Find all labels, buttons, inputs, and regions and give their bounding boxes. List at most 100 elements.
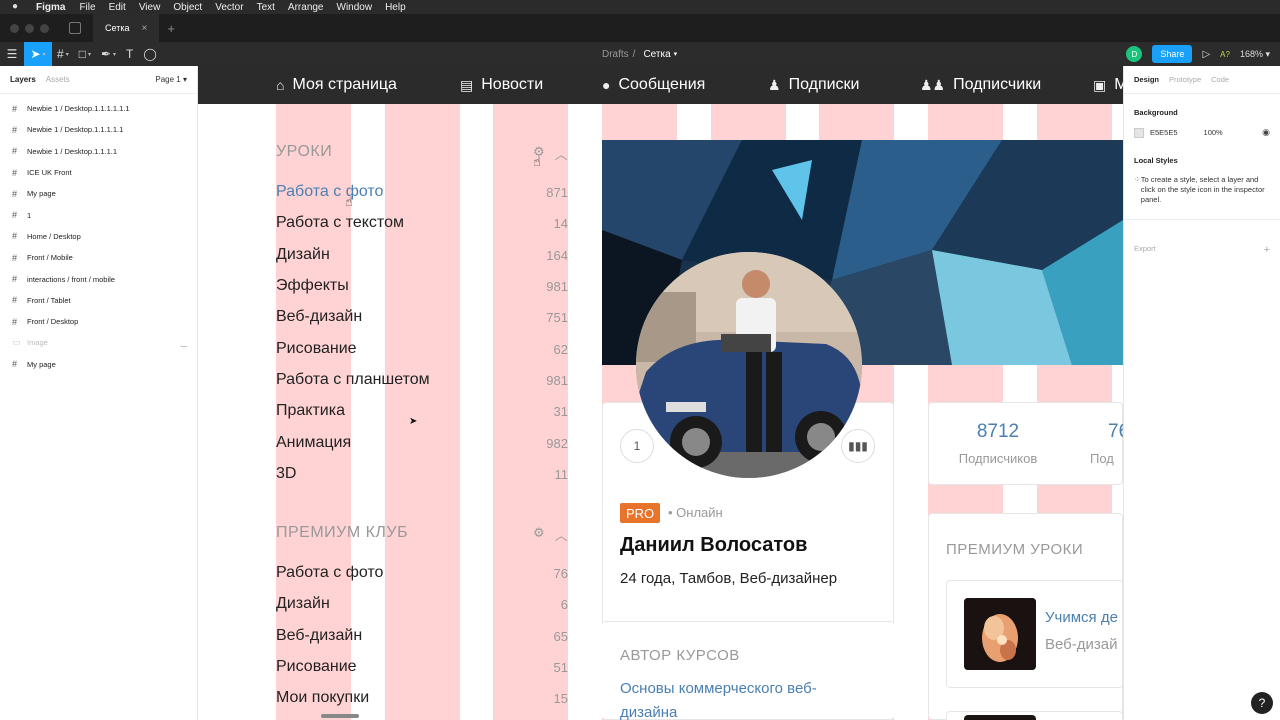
nav-my-page[interactable]: ⌂ Моя страница bbox=[276, 66, 397, 104]
layer-item[interactable]: # Front / Desktop bbox=[0, 311, 197, 332]
horizontal-scrollbar[interactable] bbox=[321, 714, 359, 718]
menu-vector[interactable]: Vector bbox=[215, 2, 243, 13]
layer-item[interactable]: #1 bbox=[0, 204, 197, 225]
nav-subscriptions[interactable]: ♟ Подписки bbox=[768, 66, 859, 104]
lesson-item-label[interactable]: Работа с текстом bbox=[276, 214, 404, 232]
layer-item[interactable]: # Front / Tablet bbox=[0, 290, 197, 311]
file-browser-icon[interactable] bbox=[69, 22, 81, 34]
tab-design[interactable]: Design bbox=[1134, 75, 1159, 84]
lesson-item-label[interactable]: Анимация bbox=[276, 434, 351, 452]
chevron-down-icon[interactable]: ▾ bbox=[674, 50, 678, 58]
nav-news[interactable]: ▤ Новости bbox=[460, 66, 543, 104]
nav-more[interactable]: ▣ М bbox=[1093, 66, 1123, 104]
page-selector[interactable]: Page 1 ▾ bbox=[155, 75, 187, 84]
menu-edit[interactable]: Edit bbox=[109, 2, 126, 13]
layer-item[interactable]: # My page bbox=[0, 354, 197, 375]
menu-text[interactable]: Text bbox=[257, 2, 275, 13]
share-button[interactable]: Share bbox=[1152, 45, 1193, 63]
breadcrumb-file[interactable]: Сетка bbox=[643, 49, 670, 60]
lesson-item-label[interactable]: Работа с планшетом bbox=[276, 371, 430, 389]
close-tab-icon[interactable]: × bbox=[141, 23, 147, 34]
layer-item[interactable]: # ICE UK Front bbox=[0, 162, 197, 183]
background-swatch[interactable] bbox=[1134, 127, 1144, 138]
menu-arrange[interactable]: Arrange bbox=[288, 2, 324, 13]
add-export-icon[interactable]: + bbox=[1264, 244, 1270, 256]
menu-window[interactable]: Window bbox=[337, 2, 373, 13]
lesson-item-label[interactable]: Работа с фото bbox=[276, 183, 383, 201]
premium-item-label[interactable]: Веб-дизайн bbox=[276, 627, 362, 645]
lesson-item-label[interactable]: Эффекты bbox=[276, 277, 349, 295]
nav-messages[interactable]: ● Сообщения bbox=[602, 66, 705, 104]
lesson-item-label[interactable]: 3D bbox=[276, 465, 296, 483]
premium-lessons-title: ПРЕМИУМ УРОКИ bbox=[946, 541, 1084, 558]
profile-left-button[interactable]: 1 bbox=[620, 429, 654, 463]
lesson-thumbnail[interactable] bbox=[964, 598, 1036, 670]
chevron-up-icon[interactable]: ︿ bbox=[555, 144, 568, 163]
nav-subscribers[interactable]: ♟♟ Подписчики bbox=[920, 66, 1041, 104]
lesson-subtitle: Веб-дизай bbox=[1045, 636, 1118, 653]
layer-label: Image bbox=[27, 338, 48, 348]
pen-tool-button[interactable]: ✒ ▾ bbox=[96, 42, 121, 66]
minimize-window-button[interactable] bbox=[25, 23, 34, 33]
background-hex[interactable]: E5E5E5 bbox=[1150, 128, 1178, 137]
lesson-title[interactable]: Учимся де bbox=[1045, 609, 1118, 626]
profile-avatar[interactable] bbox=[636, 252, 862, 478]
lesson-item-label[interactable]: Рисование bbox=[276, 340, 357, 358]
new-tab-button[interactable]: + bbox=[167, 21, 175, 36]
close-window-button[interactable] bbox=[10, 23, 19, 33]
text-tool-button[interactable]: T bbox=[121, 42, 138, 66]
menu-view[interactable]: View bbox=[139, 2, 161, 13]
layer-item[interactable]: # Newbie 1 / Desktop.1.1.1.1 bbox=[0, 141, 197, 162]
present-play-icon[interactable]: ▷ bbox=[1202, 49, 1210, 60]
move-tool-button[interactable]: ➤ ▾ bbox=[24, 42, 52, 66]
premium-item-count: 15 bbox=[553, 691, 568, 706]
tab-file[interactable]: Сетка × bbox=[93, 14, 160, 42]
eye-icon[interactable]: ◉ bbox=[1262, 127, 1270, 138]
lesson-item-label[interactable]: Практика bbox=[276, 402, 345, 420]
premium-item-label[interactable]: Работа с фото bbox=[276, 564, 383, 582]
layer-item-hidden[interactable]: ▭ Image ‿ bbox=[0, 332, 197, 353]
tab-layers[interactable]: Layers bbox=[10, 75, 36, 84]
zoom-window-button[interactable] bbox=[40, 23, 49, 33]
course-link[interactable]: Основы коммерческого веб-дизайна bbox=[620, 677, 840, 720]
gear-icon[interactable]: ⚙ bbox=[533, 525, 545, 544]
menu-file[interactable]: File bbox=[79, 2, 95, 13]
app-menu[interactable]: Figma bbox=[36, 2, 65, 13]
layers-list: # Newbie 1 / Desktop.1.1.1.1.1.1 # Newbie … bbox=[0, 94, 197, 375]
layer-item[interactable]: # Newbie 1 / Desktop.1.1.1.1.1.1 bbox=[0, 98, 197, 119]
comment-tool-button[interactable]: ◯ bbox=[138, 42, 161, 66]
premium-item-label[interactable]: Мои покупки bbox=[276, 689, 369, 707]
menu-object[interactable]: Object bbox=[173, 2, 202, 13]
main-menu-icon[interactable]: ☰ bbox=[0, 42, 24, 66]
layer-item[interactable]: # My page bbox=[0, 183, 197, 204]
premium-item-label[interactable]: Рисование bbox=[276, 658, 357, 676]
layer-item[interactable]: # Newbie 1 / Desktop.1.1.1.1.1 bbox=[0, 119, 197, 140]
apple-icon[interactable]: ● bbox=[12, 2, 22, 12]
layer-item[interactable]: # Front / Mobile bbox=[0, 247, 197, 268]
tab-assets[interactable]: Assets bbox=[46, 75, 70, 84]
layer-item[interactable]: # interactions / front / mobile bbox=[0, 268, 197, 289]
zoom-level: 168% bbox=[1239, 48, 1263, 59]
menu-help[interactable]: Help bbox=[385, 2, 406, 13]
hidden-eye-icon[interactable]: ‿ bbox=[181, 338, 187, 347]
chevron-up-icon[interactable]: ︿ bbox=[555, 525, 568, 544]
help-icon[interactable]: ? bbox=[1251, 692, 1273, 714]
premium-item-label[interactable]: Дизайн bbox=[276, 595, 330, 613]
nav-label: Сообщения bbox=[618, 76, 706, 93]
lesson-thumbnail[interactable] bbox=[964, 715, 1036, 720]
breadcrumb-folder[interactable]: Drafts bbox=[602, 49, 629, 60]
lesson-item-label[interactable]: Веб-дизайн bbox=[276, 308, 362, 326]
bar-chart-icon[interactable]: ▮▮▮ bbox=[841, 429, 875, 463]
layer-item[interactable]: # Home / Desktop bbox=[0, 226, 197, 247]
frame-tool-button[interactable]: # ▾ bbox=[52, 42, 74, 66]
user-avatar[interactable]: D bbox=[1126, 46, 1143, 62]
zoom-dropdown[interactable]: 168% ▾ bbox=[1240, 49, 1270, 60]
design-canvas[interactable]: ⌂ Моя страница ▤ Новости ● Сообщения ♟ Подпи… bbox=[198, 66, 1123, 720]
tab-prototype[interactable]: Prototype bbox=[1169, 75, 1201, 84]
stat-label: Под bbox=[1090, 451, 1114, 466]
background-opacity[interactable]: 100% bbox=[1204, 128, 1223, 137]
tab-code[interactable]: Code bbox=[1211, 75, 1229, 84]
font-check-button[interactable]: A? bbox=[1220, 50, 1230, 59]
shape-tool-button[interactable]: □ ▾ bbox=[74, 42, 96, 66]
lesson-item-label[interactable]: Дизайн bbox=[276, 246, 330, 264]
